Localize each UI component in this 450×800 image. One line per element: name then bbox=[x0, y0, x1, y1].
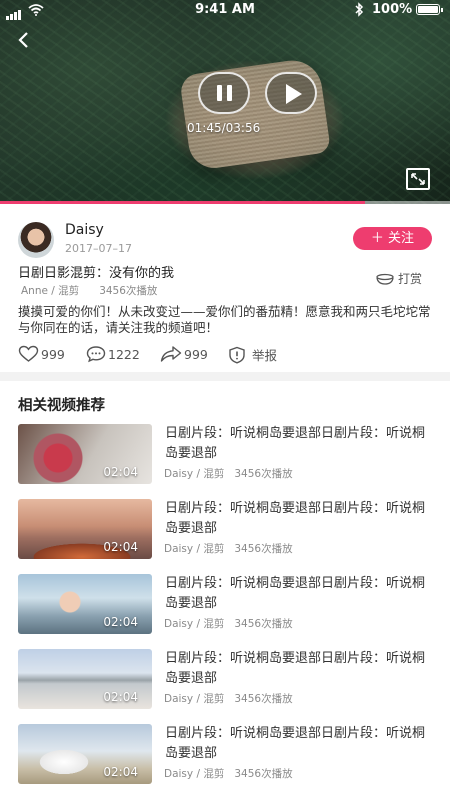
related-video-item[interactable]: 02:04 日剧片段：听说桐岛要退部日剧片段：听说桐岛要退部 Daisy / 混… bbox=[18, 424, 438, 484]
avatar[interactable] bbox=[18, 222, 54, 258]
related-video-title[interactable]: 日剧片段：听说桐岛要退部日剧片段：听说桐岛要退部 bbox=[165, 724, 435, 764]
bluetooth-icon bbox=[355, 2, 364, 17]
video-player[interactable]: 9:41 AM 100% 01:45/03:56 bbox=[0, 0, 450, 204]
section-divider bbox=[0, 372, 450, 381]
related-section-title: 相关视频推荐 bbox=[18, 398, 105, 414]
share-count: 999 bbox=[184, 347, 208, 362]
video-thumbnail[interactable]: 02:04 bbox=[18, 499, 152, 559]
like-count: 999 bbox=[41, 347, 65, 362]
video-thumbnail[interactable]: 02:04 bbox=[18, 649, 152, 709]
related-video-title[interactable]: 日剧片段：听说桐岛要退部日剧片段：听说桐岛要退部 bbox=[165, 649, 435, 689]
video-thumbnail[interactable]: 02:04 bbox=[18, 574, 152, 634]
video-duration: 02:04 bbox=[103, 540, 138, 554]
playback-time: 01:45/03:56 bbox=[187, 121, 261, 135]
related-video-title[interactable]: 日剧片段：听说桐岛要退部日剧片段：听说桐岛要退部 bbox=[165, 499, 435, 539]
comment-button[interactable]: 1222 bbox=[86, 345, 140, 363]
tip-bowl-icon bbox=[376, 273, 394, 285]
video-detail-screen: 9:41 AM 100% 01:45/03:56 Daisy 2017–07–1… bbox=[0, 0, 450, 800]
report-shield-icon bbox=[229, 346, 245, 364]
video-duration: 02:04 bbox=[103, 765, 138, 779]
video-meta: Anne / 混剪 3456次播放 bbox=[21, 285, 158, 297]
follow-button[interactable]: ＋ 关注 bbox=[353, 227, 432, 250]
share-icon bbox=[160, 346, 182, 362]
related-video-meta: Daisy / 混剪 3456次播放 bbox=[164, 768, 293, 780]
related-video-title[interactable]: 日剧片段：听说桐岛要退部日剧片段：听说桐岛要退部 bbox=[165, 424, 435, 464]
post-date: 2017–07–17 bbox=[65, 242, 132, 255]
video-title: 日剧日影混剪：没有你的我 bbox=[18, 266, 175, 281]
comment-count: 1222 bbox=[108, 347, 140, 362]
play-button[interactable] bbox=[265, 72, 317, 114]
video-frame-object bbox=[179, 56, 331, 172]
related-video-meta: Daisy / 混剪 3456次播放 bbox=[164, 693, 293, 705]
video-thumbnail[interactable]: 02:04 bbox=[18, 424, 152, 484]
back-arrow-icon[interactable] bbox=[14, 30, 34, 50]
battery-icon bbox=[416, 4, 443, 15]
related-video-item[interactable]: 02:04 日剧片段：听说桐岛要退部日剧片段：听说桐岛要退部 Daisy / 混… bbox=[18, 499, 438, 559]
video-duration: 02:04 bbox=[103, 465, 138, 479]
related-video-meta: Daisy / 混剪 3456次播放 bbox=[164, 468, 293, 480]
status-bar: 9:41 AM 100% bbox=[0, 0, 450, 20]
video-progress-fill bbox=[0, 201, 365, 204]
related-video-item[interactable]: 02:04 日剧片段：听说桐岛要退部日剧片段：听说桐岛要退部 Daisy / 混… bbox=[18, 574, 438, 634]
fullscreen-button[interactable] bbox=[406, 168, 430, 190]
video-duration: 02:04 bbox=[103, 690, 138, 704]
comment-icon bbox=[86, 346, 106, 363]
battery-percentage: 100% bbox=[372, 2, 413, 17]
pause-button[interactable] bbox=[198, 72, 250, 114]
fullscreen-icon bbox=[411, 173, 425, 185]
related-video-title[interactable]: 日剧片段：听说桐岛要退部日剧片段：听说桐岛要退部 bbox=[165, 574, 435, 614]
video-progress-bar[interactable] bbox=[0, 201, 450, 204]
related-video-meta: Daisy / 混剪 3456次播放 bbox=[164, 543, 293, 555]
author-name[interactable]: Daisy bbox=[65, 222, 104, 238]
related-video-item[interactable]: 02:04 日剧片段：听说桐岛要退部日剧片段：听说桐岛要退部 Daisy / 混… bbox=[18, 724, 438, 784]
tip-label: 打赏 bbox=[398, 272, 423, 286]
tip-button[interactable]: 打赏 bbox=[374, 270, 422, 287]
related-video-meta: Daisy / 混剪 3456次播放 bbox=[164, 618, 293, 630]
related-video-item[interactable]: 02:04 日剧片段：听说桐岛要退部日剧片段：听说桐岛要退部 Daisy / 混… bbox=[18, 649, 438, 709]
share-button[interactable]: 999 bbox=[160, 345, 208, 363]
video-description: 摸摸可爱的你们！从未改变过——爱你们的番茄精！愿意我和两只毛坨坨常与你同在的话，… bbox=[18, 304, 431, 335]
video-duration: 02:04 bbox=[103, 615, 138, 629]
report-button[interactable]: 举报 bbox=[228, 345, 277, 364]
report-label: 举报 bbox=[251, 348, 277, 363]
like-button[interactable]: 999 bbox=[18, 345, 65, 363]
heart-icon bbox=[18, 345, 39, 362]
video-thumbnail[interactable]: 02:04 bbox=[18, 724, 152, 784]
